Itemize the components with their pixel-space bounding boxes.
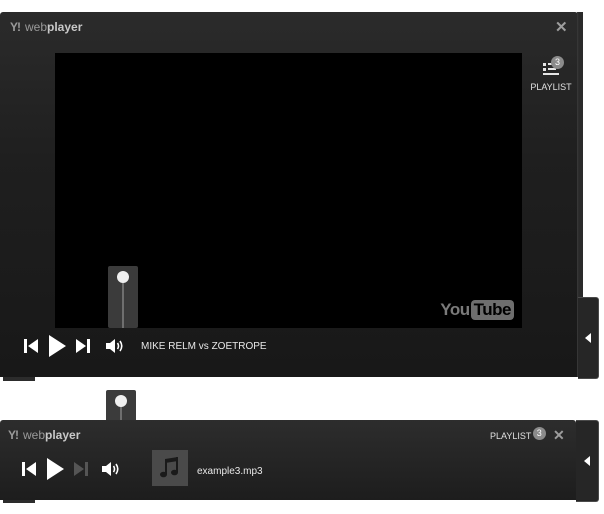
chevron-left-icon bbox=[584, 456, 590, 466]
now-playing-title: MIKE RELM vs ZOETROPE bbox=[141, 340, 267, 352]
player-foot bbox=[3, 377, 35, 381]
volume-knob[interactable] bbox=[117, 271, 129, 283]
playlist-count-badge-small: 3 bbox=[532, 427, 546, 440]
yahoo-logo: Y! bbox=[10, 20, 21, 34]
large-player: Y! webplayer ✕ You Tube 3 PLAYLIST MIKE … bbox=[0, 12, 580, 377]
now-playing-title-small: example3.mp3 bbox=[197, 466, 263, 477]
collapse-tab[interactable] bbox=[578, 297, 599, 379]
playlist-label: PLAYLIST bbox=[530, 82, 572, 92]
volume-icon[interactable] bbox=[104, 335, 126, 357]
side-strip bbox=[579, 12, 583, 297]
play-icon[interactable] bbox=[40, 458, 70, 480]
collapse-tab-small[interactable] bbox=[576, 420, 599, 502]
mini-player-foot bbox=[3, 500, 35, 503]
volume-track bbox=[122, 278, 124, 328]
youtube-watermark: You Tube bbox=[440, 300, 514, 320]
music-note-icon bbox=[160, 457, 178, 478]
webplayer-brand-small: Y! webplayer bbox=[8, 428, 80, 442]
brand-name: webplayer bbox=[25, 20, 83, 34]
playlist-icon: 3 bbox=[527, 56, 575, 78]
track-thumbnail bbox=[152, 450, 188, 486]
transport-controls: MIKE RELM vs ZOETROPE bbox=[20, 335, 267, 357]
mini-player: Y! webplayer PLAYLIST 3 ✕ example3.mp3 bbox=[0, 420, 576, 500]
webplayer-brand: Y! webplayer bbox=[10, 20, 82, 34]
playlist-label-small: PLAYLIST bbox=[490, 431, 532, 441]
play-icon[interactable] bbox=[42, 335, 72, 357]
volume-icon[interactable] bbox=[100, 458, 122, 480]
close-icon[interactable]: ✕ bbox=[553, 428, 565, 442]
volume-knob-small[interactable] bbox=[115, 395, 127, 407]
skip-back-icon[interactable] bbox=[20, 335, 42, 357]
skip-back-icon[interactable] bbox=[18, 458, 40, 480]
skip-forward-icon[interactable] bbox=[70, 458, 92, 480]
playlist-count-badge: 3 bbox=[551, 56, 564, 69]
volume-slider[interactable] bbox=[108, 266, 138, 328]
close-icon[interactable]: ✕ bbox=[555, 20, 568, 35]
yahoo-logo: Y! bbox=[8, 428, 19, 442]
brand-name: webplayer bbox=[23, 428, 81, 442]
skip-forward-icon[interactable] bbox=[72, 335, 94, 357]
chevron-left-icon bbox=[585, 333, 591, 343]
playlist-button-small[interactable]: PLAYLIST 3 bbox=[490, 427, 547, 443]
transport-controls-small bbox=[18, 458, 122, 480]
playlist-button[interactable]: 3 PLAYLIST bbox=[527, 56, 575, 92]
